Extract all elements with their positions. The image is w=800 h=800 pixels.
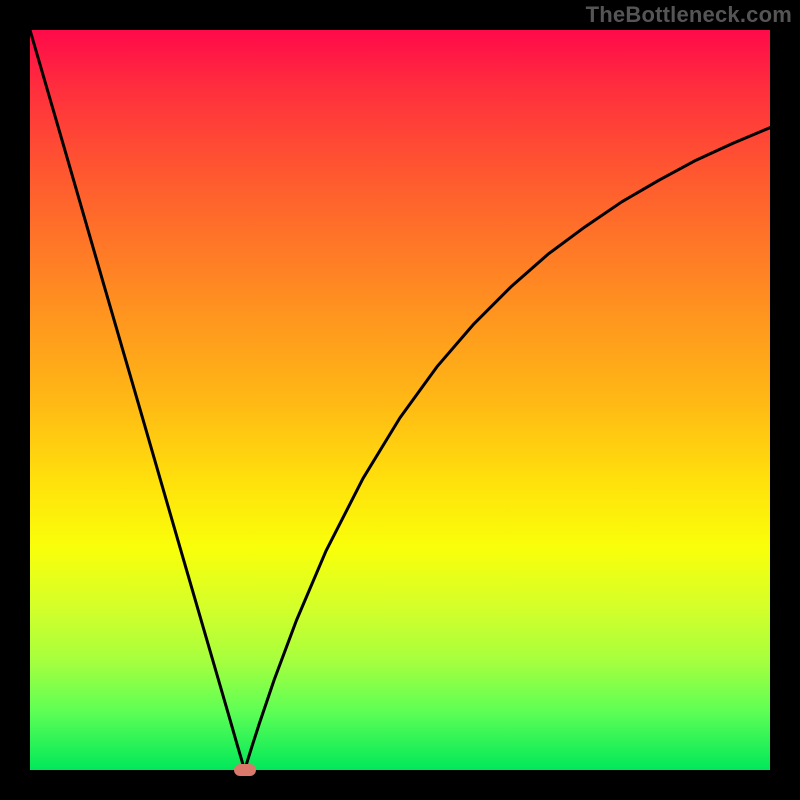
bottleneck-curve: [30, 30, 770, 770]
watermark-text: TheBottleneck.com: [586, 2, 792, 28]
plot-area: [30, 30, 770, 770]
chart-frame: TheBottleneck.com: [0, 0, 800, 800]
optimal-point-marker: [234, 764, 256, 776]
